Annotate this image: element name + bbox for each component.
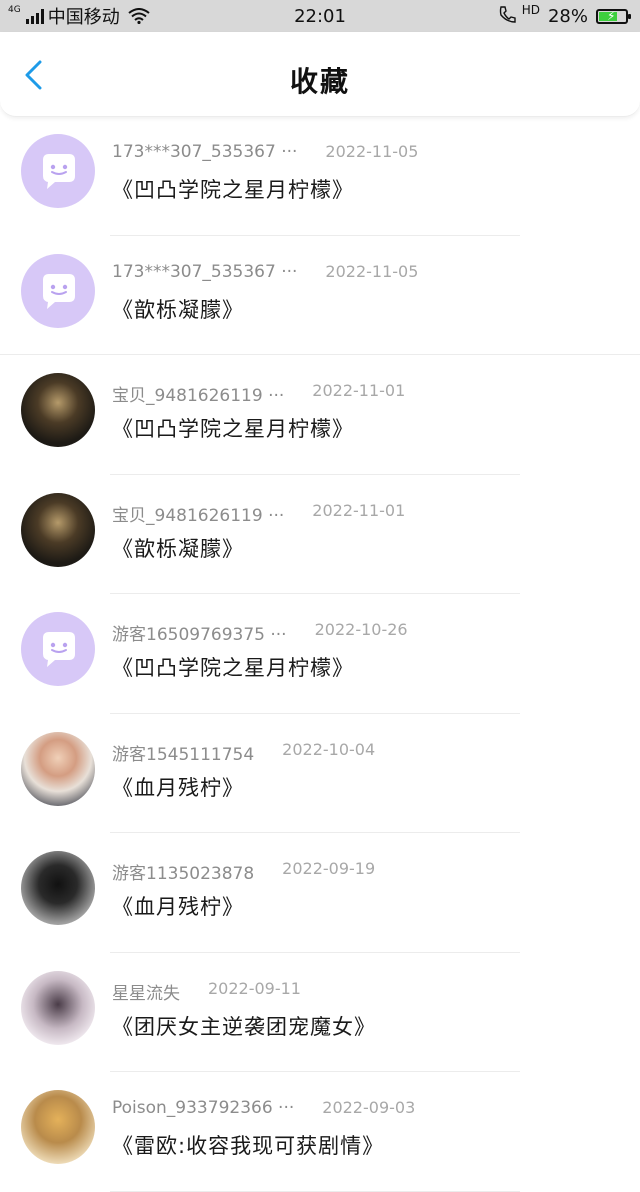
avatar[interactable] <box>21 253 95 328</box>
favorites-list: 173***307_535367 ··· 2022-11-05 《凹凸学院之星月柠檬… <box>0 116 640 1192</box>
chat-bubble-icon <box>43 632 75 667</box>
item-meta: 游客1545111754 2022-10-04 <box>112 740 375 765</box>
item-meta: 游客1135023878 2022-09-19 <box>112 859 375 884</box>
list-item[interactable]: 游客1135023878 2022-09-19 《血月残柠》 <box>0 833 640 953</box>
chat-bubble-icon <box>43 154 75 189</box>
avatar[interactable] <box>21 492 95 567</box>
hd-tag: HD <box>521 3 540 17</box>
book-title[interactable]: 《血月残柠》 <box>112 772 244 802</box>
avatar[interactable] <box>21 134 95 208</box>
date: 2022-11-01 <box>312 500 406 520</box>
wifi-icon <box>128 8 150 24</box>
network-tag: 4G <box>8 5 21 15</box>
list-item[interactable]: Poison_933792366 ··· 2022-09-03 《雷欧:收容我现可获… <box>0 1072 640 1192</box>
username: 宝贝_9481626119 ··· <box>112 505 285 526</box>
book-title[interactable]: 《凹凸学院之星月柠檬》 <box>112 174 354 204</box>
book-title[interactable]: 《歆栎凝朦》 <box>112 533 244 563</box>
item-meta: 星星流失 2022-09-11 <box>112 979 301 1004</box>
date: 2022-11-05 <box>325 261 419 281</box>
call-icon <box>498 5 520 28</box>
book-title[interactable]: 《团厌女主逆袭团宠魔女》 <box>112 1011 376 1041</box>
item-meta: 宝贝_9481626119 ··· 2022-11-01 <box>112 381 405 406</box>
item-meta: 173***307_535367 ··· 2022-11-05 <box>112 142 418 162</box>
list-item[interactable]: 宝贝_9481626119 ··· 2022-11-01 《凹凸学院之星月柠檬》 <box>0 355 640 475</box>
date: 2022-11-01 <box>312 381 406 400</box>
nav-header: 收藏 <box>0 32 640 117</box>
date: 2022-09-03 <box>322 1098 416 1117</box>
avatar[interactable] <box>21 612 95 686</box>
date: 2022-11-05 <box>325 142 419 161</box>
username: 173***307_535367 ··· <box>112 142 298 162</box>
username: 星星流失 <box>112 983 180 1004</box>
book-title[interactable]: 《血月残柠》 <box>112 891 244 921</box>
username: 游客1135023878 <box>112 864 255 884</box>
item-meta: 173***307_535367 ··· 2022-11-05 <box>112 262 418 282</box>
battery-icon: ⚡ <box>596 8 631 24</box>
list-item[interactable]: 游客16509769375 ··· 2022-10-26 《凹凸学院之星月柠檬》 <box>0 594 640 714</box>
book-title[interactable]: 《凹凸学院之星月柠檬》 <box>112 413 354 443</box>
avatar[interactable] <box>21 731 95 806</box>
date: 2022-10-04 <box>282 739 376 759</box>
avatar[interactable] <box>21 970 95 1045</box>
signal-icon <box>25 8 44 24</box>
avatar[interactable] <box>21 373 95 447</box>
book-title[interactable]: 《雷欧:收容我现可获剧情》 <box>112 1130 384 1160</box>
divider <box>110 1190 520 1192</box>
list-item[interactable]: 173***307_535367 ··· 2022-11-05 《歆栎凝朦》 <box>0 236 640 355</box>
avatar[interactable] <box>21 1090 95 1164</box>
page-title: 收藏 <box>289 65 350 98</box>
list-item[interactable]: 宝贝_9481626119 ··· 2022-11-01 《歆栎凝朦》 <box>0 475 640 594</box>
carrier-label: 中国移动 <box>47 7 120 28</box>
item-meta: 游客16509769375 ··· 2022-10-26 <box>112 620 408 645</box>
username: 173***307_535367 ··· <box>112 261 298 282</box>
status-bar: 4G 中国移动 22:01 HD 28% ⚡ <box>0 0 640 32</box>
item-meta: Poison_933792366 ··· 2022-09-03 <box>112 1098 415 1118</box>
item-meta: 宝贝_9481626119 ··· 2022-11-01 <box>112 501 405 526</box>
username: 游客1545111754 <box>112 744 255 765</box>
list-item[interactable]: 173***307_535367 ··· 2022-11-05 《凹凸学院之星月柠檬… <box>0 116 640 236</box>
book-title[interactable]: 《歆栎凝朦》 <box>112 294 244 324</box>
date: 2022-10-26 <box>314 620 408 639</box>
username: 游客16509769375 ··· <box>112 625 287 645</box>
avatar[interactable] <box>21 851 95 925</box>
chat-bubble-icon <box>43 273 75 309</box>
username: 宝贝_9481626119 ··· <box>112 386 285 406</box>
book-title[interactable]: 《凹凸学院之星月柠檬》 <box>112 652 354 682</box>
username: Poison_933792366 ··· <box>112 1098 295 1118</box>
date: 2022-09-19 <box>282 859 376 878</box>
battery-percent: 28% <box>547 5 588 27</box>
list-item[interactable]: 游客1545111754 2022-10-04 《血月残柠》 <box>0 714 640 833</box>
list-item[interactable]: 星星流失 2022-09-11 《团厌女主逆袭团宠魔女》 <box>0 953 640 1072</box>
date: 2022-09-11 <box>208 978 301 998</box>
